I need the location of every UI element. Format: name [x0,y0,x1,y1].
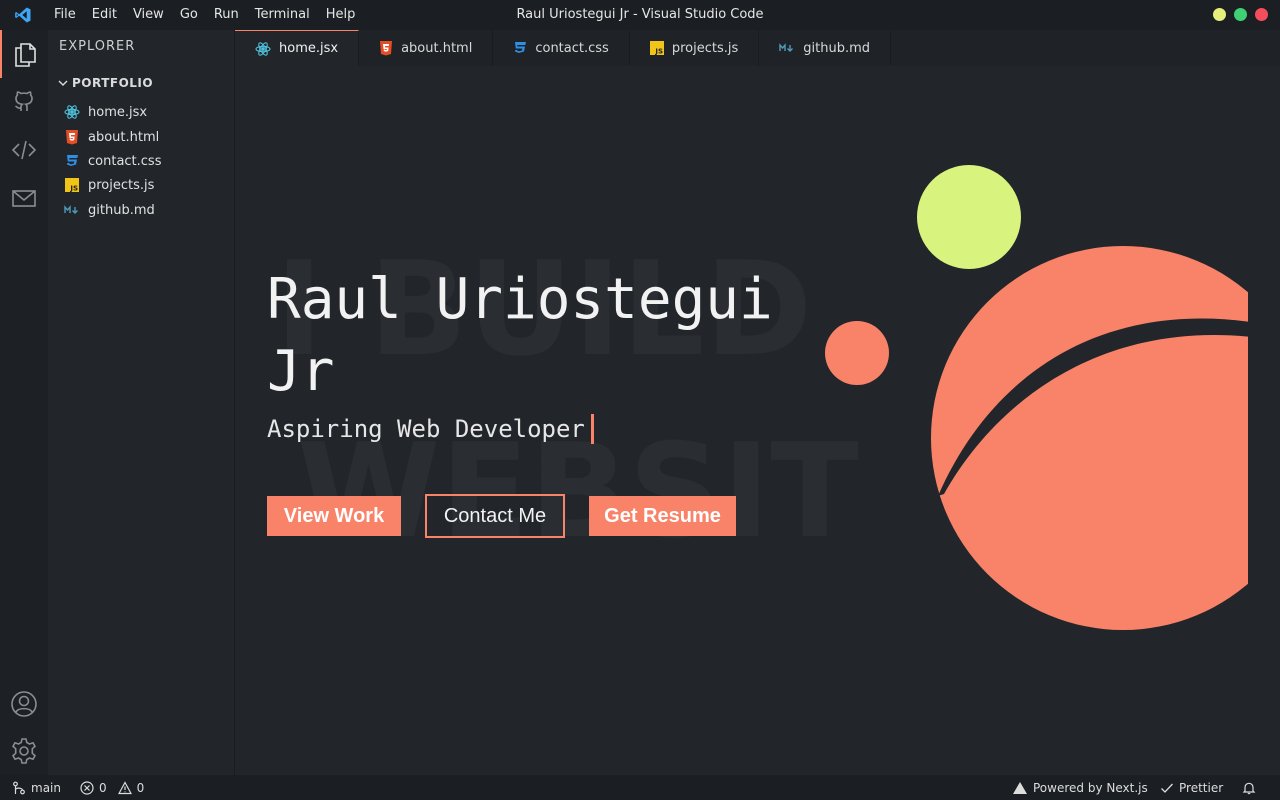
notifications-button[interactable] [1242,775,1256,800]
triangle-icon [1013,781,1027,794]
folder-label: PORTFOLIO [72,76,154,90]
file-label: contact.css [88,153,162,169]
close-button[interactable] [1255,8,1268,21]
problems-indicator[interactable]: 0 0 [80,775,144,800]
error-count: 0 [99,780,107,795]
explorer-heading: EXPLORER [59,39,136,54]
prettier-indicator[interactable]: Prettier [1160,775,1223,800]
tab-home-jsx[interactable]: home.jsx [235,30,360,66]
file-label: home.jsx [88,104,148,120]
tab-github-md[interactable]: github.md [759,30,891,66]
html5-icon [380,41,393,56]
powered-label: Powered by Next.js [1033,780,1148,795]
hero-name: Raul Uriostegui Jr [267,267,773,404]
javascript-icon: JS [649,41,664,56]
code-icon [11,140,37,160]
folder-portfolio[interactable]: PORTFOLIO [58,76,153,90]
editor-area: I BUILD WEBSIT Raul Uriostegui Jr Aspiri… [235,66,1280,775]
markdown-icon [64,202,80,218]
minimize-button[interactable] [1213,8,1226,21]
hero-subtitle: Aspiring Web Developer [267,414,594,444]
status-bar: main 0 0 Powered by Next.js Prettier [0,775,1280,800]
activity-bar [0,30,48,775]
bell-icon [1242,782,1256,794]
branch-indicator[interactable]: main [12,775,61,800]
mail-activity-button[interactable] [0,174,48,222]
tab-label: home.jsx [279,41,339,56]
vscode-logo-icon [0,0,46,30]
menu-help[interactable]: Help [318,0,364,30]
tab-projects-js[interactable]: JS projects.js [629,30,760,66]
warning-icon [117,780,132,794]
menu-run[interactable]: Run [206,0,247,30]
explorer-activity-button[interactable] [0,30,48,78]
account-icon [11,691,37,717]
menu-file[interactable]: File [46,0,84,30]
gear-icon [11,738,37,764]
tab-label: contact.css [535,40,609,56]
view-work-button[interactable]: View Work [267,496,401,536]
git-branch-icon [13,781,25,794]
code-activity-button[interactable] [0,126,48,174]
menu-view[interactable]: View [125,0,172,30]
file-home-jsx[interactable]: home.jsx [64,101,147,123]
editor-tabs: home.jsx about.html contact.css JS proje… [235,30,1280,66]
css3-icon [515,42,527,53]
file-contact-css[interactable]: contact.css [64,150,161,172]
css3-icon [64,153,80,169]
account-button[interactable] [0,680,48,728]
file-about-html[interactable]: about.html [64,126,159,148]
file-label: projects.js [88,177,155,193]
menu-go[interactable]: Go [172,0,206,30]
files-icon [15,43,36,67]
javascript-icon: JS [64,177,80,193]
window-controls [1213,8,1268,21]
tab-label: github.md [803,40,870,56]
title-bar: File Edit View Go Run Terminal Help Raul… [0,0,1280,30]
markdown-icon [779,43,794,52]
text-cursor [590,414,594,444]
powered-by-indicator[interactable]: Powered by Next.js [1012,775,1148,800]
tab-label: projects.js [671,40,739,56]
lime-circle [917,165,1021,269]
subtitle-text: Aspiring Web Developer [267,415,585,443]
maximize-button[interactable] [1234,8,1247,21]
menu-terminal[interactable]: Terminal [247,0,318,30]
github-activity-button[interactable] [0,78,48,126]
tab-about-html[interactable]: about.html [359,30,494,66]
branch-label: main [31,780,61,795]
mail-icon [12,190,36,207]
chevron-down-icon [58,80,68,86]
file-github-md[interactable]: github.md [64,199,155,221]
menu-bar: File Edit View Go Run Terminal Help [46,0,363,30]
check-icon [1161,783,1173,793]
settings-button[interactable] [0,727,48,775]
small-coral-circle [825,321,889,385]
svg-text:JS: JS [654,48,663,56]
tab-label: about.html [401,40,473,56]
contact-me-button[interactable]: Contact Me [425,494,565,538]
prettier-label: Prettier [1179,780,1224,795]
error-icon [80,780,94,795]
get-resume-button[interactable]: Get Resume [589,496,736,536]
file-projects-js[interactable]: JS projects.js [64,174,154,196]
file-label: github.md [88,202,155,218]
react-icon [255,41,271,56]
file-label: about.html [88,129,160,145]
github-icon [15,91,33,111]
react-icon [64,104,80,120]
html5-icon [64,129,80,145]
menu-edit[interactable]: Edit [84,0,125,30]
warning-count: 0 [136,780,145,795]
explorer-sidebar: EXPLORER PORTFOLIO home.jsx about.html c… [48,30,235,775]
tab-contact-css[interactable]: contact.css [493,30,630,66]
svg-text:JS: JS [69,185,78,193]
